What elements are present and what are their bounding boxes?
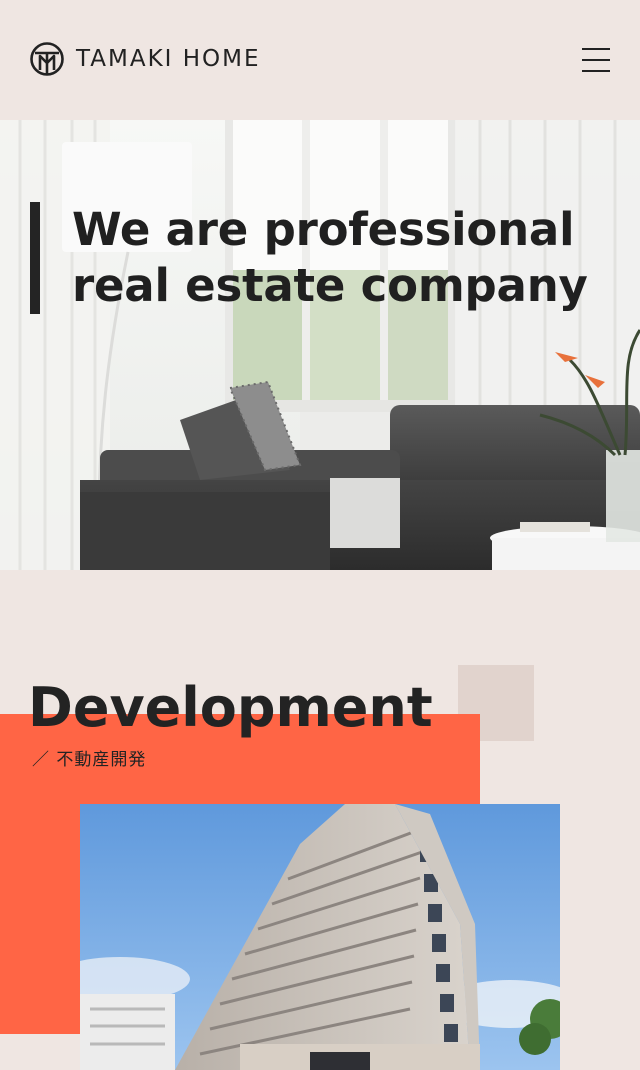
hero-living-room-image [0,120,640,570]
development-building-image[interactable] [80,804,560,1070]
hero-copy: We are professional real estate company [30,202,590,314]
tamaki-home-logo-icon [30,42,64,76]
hamburger-menu-button[interactable] [582,48,610,72]
logo-text: TAMAKI HOME [76,46,261,72]
development-title: Development [28,676,433,739]
development-subtitle: ／ 不動産開発 [32,750,147,770]
page: TAMAKI HOME We are professional real est… [0,0,640,1070]
hamburger-menu-icon-line [582,59,610,61]
site-header: TAMAKI HOME [0,0,640,120]
logo[interactable]: TAMAKI HOME [30,42,261,76]
building-photo [80,804,560,1070]
hamburger-menu-icon-line [582,70,610,72]
hero-title: We are professional real estate company [72,203,588,312]
hero-section: We are professional real estate company [0,120,640,570]
hamburger-menu-icon-line [582,48,610,50]
